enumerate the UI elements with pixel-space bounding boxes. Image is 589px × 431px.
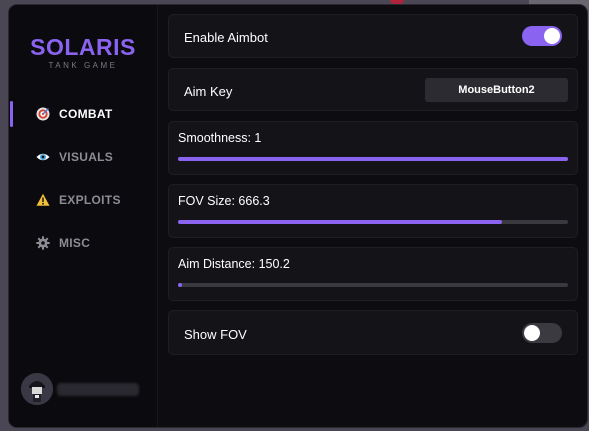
aim-distance-label: Aim Distance: 150.2 — [178, 257, 290, 271]
toggle-knob — [524, 325, 540, 341]
aim-key-button[interactable]: MouseButton2 — [425, 78, 568, 102]
fov-size-slider-row: FOV Size: 666.3 — [168, 184, 578, 238]
sidebar: SOLARIS TANK GAME COMBAT VISUALS EXPLOIT… — [9, 5, 158, 427]
aim-distance-slider[interactable] — [178, 283, 568, 287]
show-fov-label: Show FOV — [184, 327, 247, 342]
aimbot-row: Enable Aimbot — [168, 14, 578, 58]
sidebar-item-visuals[interactable]: VISUALS — [9, 144, 157, 170]
app-subtitle: TANK GAME — [48, 61, 118, 70]
show-fov-row: Show FOV — [168, 310, 578, 355]
smoothness-label: Smoothness: 1 — [178, 131, 262, 145]
sidebar-item-misc[interactable]: MISC — [9, 230, 157, 256]
menu-window: SOLARIS TANK GAME COMBAT VISUALS EXPLOIT… — [8, 4, 588, 428]
app-logo: SOLARIS — [30, 34, 136, 60]
slider-fill — [178, 220, 502, 224]
sidebar-item-label: MISC — [59, 236, 91, 250]
smoothness-slider[interactable] — [178, 157, 568, 161]
aim-key-label: Aim Key — [184, 84, 233, 99]
sidebar-item-label: COMBAT — [59, 107, 113, 121]
gear-icon — [36, 236, 50, 250]
sidebar-item-exploits[interactable]: EXPLOITS — [9, 187, 157, 213]
target-icon — [36, 107, 50, 121]
aimbot-label: Enable Aimbot — [184, 30, 268, 45]
username-redacted — [57, 383, 139, 396]
sidebar-item-label: EXPLOITS — [59, 193, 121, 207]
active-indicator — [10, 101, 13, 127]
slider-fill — [178, 283, 182, 287]
smoothness-slider-row: Smoothness: 1 — [168, 121, 578, 175]
fov-size-label: FOV Size: 666.3 — [178, 194, 270, 208]
avatar — [21, 373, 53, 405]
aimbot-toggle[interactable] — [522, 26, 562, 46]
warning-icon — [36, 193, 50, 206]
sidebar-item-label: VISUALS — [59, 150, 114, 164]
fov-size-slider[interactable] — [178, 220, 568, 224]
aim-distance-slider-row: Aim Distance: 150.2 — [168, 247, 578, 301]
sidebar-item-combat[interactable]: COMBAT — [9, 101, 157, 127]
show-fov-toggle[interactable] — [522, 323, 562, 343]
aim-key-row: Aim Key MouseButton2 — [168, 68, 578, 111]
eye-icon — [36, 153, 50, 161]
toggle-knob — [544, 28, 560, 44]
slider-fill — [178, 157, 568, 161]
